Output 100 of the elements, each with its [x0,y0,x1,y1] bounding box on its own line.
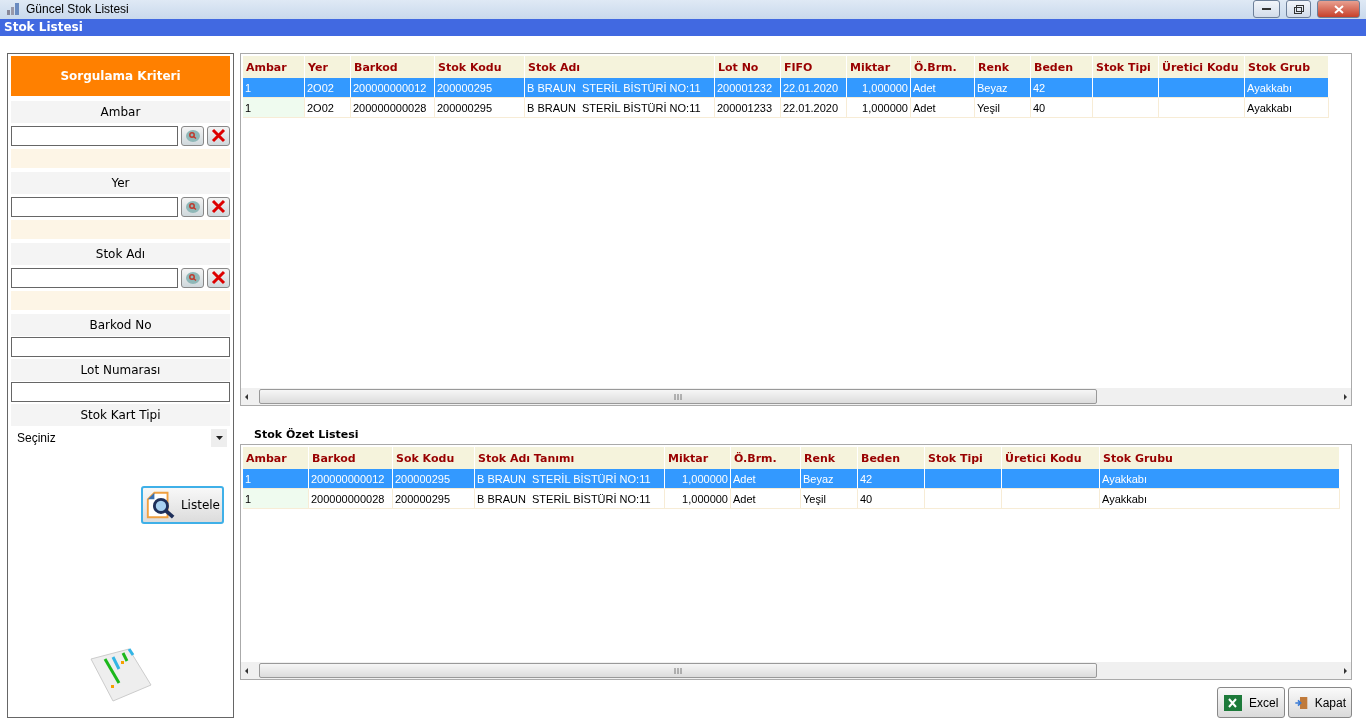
table-cell: 2O02 [305,78,351,98]
table-cell: Ayakkabı [1100,469,1340,489]
table-cell: 2O02 [305,98,351,118]
table-cell: Ayakkabı [1245,78,1329,98]
grip-icon [673,393,683,400]
table-cell: 200000000028 [309,489,393,509]
table-cell: 22.01.2020 [781,78,847,98]
field-label: Yer [11,172,230,194]
caret-icon [215,436,223,440]
search-button[interactable] [181,196,204,217]
restore-icon [1293,4,1304,14]
field-label: Stok Kart Tipi [11,404,230,426]
column-header[interactable]: Yer [305,56,351,78]
input-field[interactable] [11,268,178,288]
column-header[interactable]: Stok Grub [1245,56,1329,78]
table-cell: 1,000000 [847,78,911,98]
column-header[interactable]: Ö.Brm. [911,56,975,78]
column-header[interactable]: Üretici Kodu [1002,447,1100,469]
search-button[interactable] [181,125,204,146]
table-cell: 40 [1031,98,1093,118]
close-icon [211,128,226,143]
column-header[interactable]: Stok Tipi [925,447,1002,469]
search-button[interactable] [181,267,204,288]
column-header[interactable]: Renk [801,447,858,469]
column-header[interactable]: Beden [1031,56,1093,78]
table-cell: 200000000012 [351,78,435,98]
table-cell: 42 [858,469,925,489]
list-button[interactable]: Listele [141,486,224,524]
table-cell: 200000295 [393,489,475,509]
column-header[interactable]: Stok Grubu [1100,447,1340,469]
minimize-button[interactable] [1253,0,1280,19]
table-cell: B BRAUN STERİL BİSTÜRİ NO:11 [475,469,665,489]
input-field[interactable] [11,126,178,146]
column-header[interactable]: Barkod [351,56,435,78]
table-cell: 1 [243,469,309,489]
field-label: Ambar [11,101,230,123]
table-cell [1093,78,1159,98]
column-header[interactable]: Üretici Kodu [1159,56,1245,78]
window-title: Güncel Stok Listesi [26,2,130,17]
search-icon [184,270,201,285]
document-search-icon [145,489,177,521]
input-field[interactable] [11,197,178,217]
table-cell: Yeşil [975,98,1031,118]
table-cell: 200000000012 [309,469,393,489]
table-cell: Adet [911,78,975,98]
clear-button[interactable] [207,267,230,288]
table-cell: 200000295 [393,469,475,489]
column-header[interactable]: Stok Adı [525,56,715,78]
column-header[interactable]: Stok Tipi [1093,56,1159,78]
table-cell: B BRAUN STERİL BİSTÜRİ NO:11 [475,489,665,509]
field-label: Barkod No [11,314,230,336]
grip-icon [673,667,683,674]
close-icon [1333,4,1344,14]
table-cell: 40 [858,489,925,509]
app-icon [6,2,20,17]
table-cell: 1 [243,78,305,98]
column-header[interactable]: Stok Kodu [435,56,525,78]
column-header[interactable]: Renk [975,56,1031,78]
table-cell: 1 [243,489,309,509]
left-arrow-icon[interactable] [243,666,251,675]
table-cell: Beyaz [975,78,1031,98]
column-header[interactable]: Barkod [309,447,393,469]
input-field[interactable] [11,382,230,402]
input-field[interactable] [11,337,230,357]
right-arrow-icon[interactable] [1341,666,1349,675]
close-button[interactable] [1317,0,1360,19]
table-cell: 1,000000 [665,469,731,489]
column-header[interactable]: Lot No [715,56,781,78]
column-header[interactable]: Ambar [243,56,305,78]
table-cell: 200001233 [715,98,781,118]
horizontal-scrollbar[interactable] [241,388,1351,405]
column-header[interactable]: Ö.Brm. [731,447,801,469]
close-button[interactable]: Kapat [1288,687,1352,718]
table-cell: Adet [731,489,801,509]
search-icon [184,128,201,143]
column-header[interactable]: Sok Kodu [393,447,475,469]
table-cell: Beyaz [801,469,858,489]
horizontal-scrollbar[interactable] [241,662,1351,679]
panel-title: Sorgulama Kriteri [11,56,230,96]
column-header[interactable]: Stok Adı Tanımı [475,447,665,469]
clear-button[interactable] [207,125,230,146]
close-icon [211,270,226,285]
field-label: Lot Numarası [11,359,230,381]
table-cell: 200000000028 [351,98,435,118]
field-label: Stok Adı [11,243,230,265]
table-cell: B BRAUN STERİL BİSTÜRİ NO:11 [525,98,715,118]
column-header[interactable]: FIFO [781,56,847,78]
restore-button[interactable] [1286,0,1311,19]
right-arrow-icon[interactable] [1341,392,1349,401]
column-header[interactable]: Miktar [665,447,731,469]
table-cell: 42 [1031,78,1093,98]
column-header[interactable]: Miktar [847,56,911,78]
excel-button[interactable]: Excel [1217,687,1285,718]
table-cell: 22.01.2020 [781,98,847,118]
column-header[interactable]: Ambar [243,447,309,469]
left-arrow-icon[interactable] [243,392,251,401]
section-title: Stok Özet Listesi [254,428,360,441]
clear-button[interactable] [207,196,230,217]
dropdown[interactable]: Seçiniz [11,426,230,450]
column-header[interactable]: Beden [858,447,925,469]
